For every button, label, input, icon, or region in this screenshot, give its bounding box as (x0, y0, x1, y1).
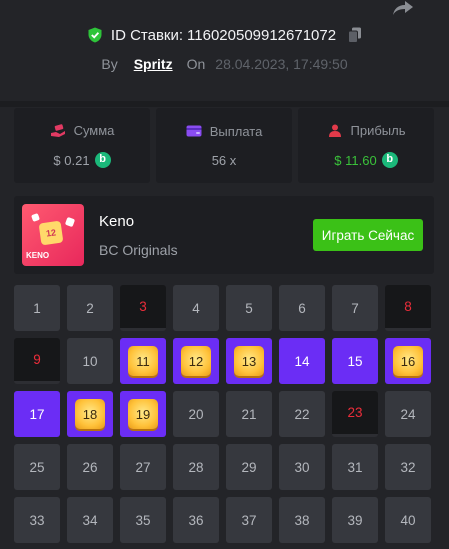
stat-payout: Выплата 56 x (156, 108, 292, 183)
username-link[interactable]: Spritz (134, 56, 173, 72)
gem-icon: 18 (75, 399, 105, 429)
bcd-coin-icon (94, 152, 111, 168)
share-icon[interactable] (391, 0, 415, 18)
keno-cell: 39 (332, 497, 378, 543)
keno-cell: 36 (173, 497, 219, 543)
stat-payout-value: 56 x (211, 152, 237, 168)
game-provider: BC Originals (99, 241, 178, 258)
keno-cell: 24 (385, 391, 431, 437)
gem-icon: 19 (128, 399, 158, 429)
keno-cell: 7 (332, 285, 378, 331)
bet-id-row: ID Ставки: 116020509912671072 (0, 24, 449, 46)
keno-cell: 27 (120, 444, 166, 490)
keno-cell: 10 (67, 338, 113, 384)
keno-cell: 21 (226, 391, 272, 437)
keno-cell: 4 (173, 285, 219, 331)
keno-cell: 33 (14, 497, 60, 543)
bcd-coin-icon (381, 152, 398, 168)
verified-shield-icon (88, 27, 102, 43)
keno-cell: 35 (120, 497, 166, 543)
stat-profit-label: Прибыль (350, 123, 406, 138)
keno-ball: 12 (38, 220, 64, 246)
game-card: 12 KENO Keno BC Originals Играть Сейчас (14, 196, 434, 274)
keno-cell-selected: 17 (14, 391, 60, 437)
keno-cell-drawn: 8 (385, 285, 431, 331)
keno-thumb-tag: KENO (26, 251, 50, 260)
play-now-button[interactable]: Играть Сейчас (313, 219, 423, 251)
wallet-icon (186, 125, 202, 137)
stat-amount-label: Сумма (73, 123, 115, 138)
keno-cell-selected: 14 (279, 338, 325, 384)
keno-cell-hit: 13 (226, 338, 272, 384)
bet-id-label: ID Ставки: (110, 26, 184, 44)
copy-icon[interactable] (348, 27, 362, 43)
keno-cell: 22 (279, 391, 325, 437)
stat-amount: Сумма $ 0.21 (14, 108, 150, 183)
gem-icon: 13 (234, 346, 264, 376)
gem-icon: 16 (393, 346, 423, 376)
keno-cell-hit: 19 (120, 391, 166, 437)
keno-cell: 30 (279, 444, 325, 490)
by-label: By (101, 56, 118, 72)
divider (0, 101, 449, 107)
game-title: Keno (99, 212, 135, 230)
profit-user-icon (328, 124, 341, 137)
keno-cell-hit: 16 (385, 338, 431, 384)
keno-cell: 40 (385, 497, 431, 543)
keno-cell: 2 (67, 285, 113, 331)
stat-profit-value: $ 11.60 (334, 152, 377, 168)
keno-cell: 20 (173, 391, 219, 437)
keno-cell-hit: 11 (120, 338, 166, 384)
bet-meta-row: By Spritz On 28.04.2023, 17:49:50 (0, 54, 449, 74)
bet-header: ID Ставки: 116020509912671072 By Spritz … (0, 24, 449, 74)
bet-id-value: 116020509912671072 (187, 26, 337, 44)
keno-thumbnail[interactable]: 12 KENO (22, 204, 84, 266)
keno-cell-hit: 12 (173, 338, 219, 384)
keno-cell: 37 (226, 497, 272, 543)
keno-cell: 38 (279, 497, 325, 543)
money-hand-icon (50, 123, 65, 137)
keno-cell: 5 (226, 285, 272, 331)
keno-cell: 28 (173, 444, 219, 490)
keno-cell: 6 (279, 285, 325, 331)
keno-board: 1 2 3 4 5 6 7 8 9 10 11 12 13 14 15 16 17 18 19 20 21 22 23 24 2… (14, 285, 434, 543)
keno-cell: 29 (226, 444, 272, 490)
gem-icon: 12 (181, 346, 211, 376)
keno-cell: 25 (14, 444, 60, 490)
stats-row: Сумма $ 0.21 Выплата 56 x Прибыль (14, 108, 434, 183)
keno-cell: 34 (67, 497, 113, 543)
bet-date: 28.04.2023, 17:49:50 (215, 56, 348, 72)
keno-cell-hit: 18 (67, 391, 113, 437)
keno-cell: 31 (332, 444, 378, 490)
keno-cell-drawn: 3 (120, 285, 166, 331)
keno-cell: 32 (385, 444, 431, 490)
stat-profit: Прибыль $ 11.60 (298, 108, 434, 183)
stat-amount-value: $ 0.21 (53, 152, 90, 168)
gem-icon: 11 (128, 346, 158, 376)
keno-cell-drawn: 23 (332, 391, 378, 437)
keno-cell: 26 (67, 444, 113, 490)
stat-payout-label: Выплата (209, 123, 263, 139)
keno-cell: 1 (14, 285, 60, 331)
on-label: On (186, 56, 206, 72)
keno-cell-drawn: 9 (14, 338, 60, 384)
keno-cell-selected: 15 (332, 338, 378, 384)
